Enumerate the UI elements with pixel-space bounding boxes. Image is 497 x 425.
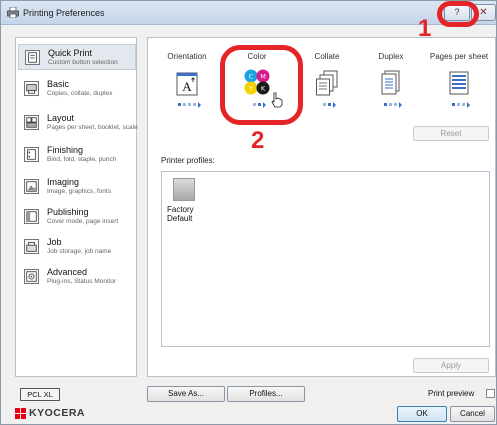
- pdl-badge: PCL XL: [20, 388, 60, 401]
- feature-label: Duplex: [378, 52, 404, 61]
- print-preview-checkbox[interactable]: [486, 389, 495, 398]
- sidebar-item-subtitle: Pages per sheet, booklet, scale: [47, 124, 138, 131]
- layout-icon: [24, 115, 39, 130]
- sidebar-item-subtitle: Bind, fold, staple, punch: [47, 156, 117, 163]
- annotation-number-2: 2: [251, 127, 265, 154]
- profile-item-factory-default[interactable]: Factory Default: [162, 172, 210, 232]
- kyocera-logo-mark-icon: [15, 408, 26, 419]
- orientation-icon: A: [176, 72, 198, 96]
- sidebar-item-subtitle: Plug-ins, Status Monitor: [47, 278, 117, 285]
- sidebar-item-job[interactable]: Job Job storage, job name: [18, 234, 136, 260]
- sidebar-item-title: Publishing: [47, 207, 89, 217]
- category-sidebar: Quick Print Custom button selection Basi…: [15, 37, 138, 377]
- sidebar-item-title: Quick Print: [48, 48, 93, 58]
- collate-icon: [316, 70, 338, 96]
- advanced-icon: [24, 269, 39, 284]
- pages-per-sheet-icon: [449, 71, 469, 95]
- apply-button[interactable]: Apply: [413, 358, 489, 373]
- printer-profiles-list: Factory Default: [161, 171, 490, 347]
- sidebar-item-subtitle: Image, graphics, fonts: [47, 188, 111, 195]
- sidebar-item-title: Finishing: [47, 145, 84, 155]
- sidebar-item-subtitle: Job storage, job name: [47, 248, 112, 255]
- quick-print-panel: Orientation A Color C M Y K Collate Dupl…: [147, 37, 496, 377]
- print-preview-label: Print preview: [428, 389, 475, 398]
- sidebar-item-quick-print[interactable]: Quick Print Custom button selection: [18, 44, 136, 70]
- sidebar-item-basic[interactable]: Basic Copies, collate, duplex: [18, 76, 136, 102]
- sidebar-item-subtitle: Cover mode, page insert: [47, 218, 119, 225]
- sidebar-item-subtitle: Copies, collate, duplex: [47, 90, 113, 97]
- printer-icon: [7, 7, 19, 18]
- duplex-options-dots: [380, 102, 406, 109]
- printing-preferences-window: Printing Preferences ? ✕ 1 Quick Print C…: [0, 0, 497, 425]
- duplex-icon: [381, 70, 400, 95]
- profile-thumbnail-icon: [173, 178, 195, 201]
- cancel-button[interactable]: Cancel: [450, 406, 495, 422]
- basic-icon: [24, 81, 39, 96]
- ok-button[interactable]: OK: [397, 406, 447, 422]
- sidebar-item-advanced[interactable]: Advanced Plug-ins, Status Monitor: [18, 264, 136, 290]
- brand-name: KYOCERA: [29, 407, 86, 419]
- printer-profiles-label: Printer profiles:: [161, 156, 215, 165]
- sidebar-item-imaging[interactable]: Imaging Image, graphics, fonts: [18, 174, 136, 200]
- feature-orientation[interactable]: Orientation A: [152, 40, 222, 116]
- quick-print-icon: [25, 50, 40, 65]
- orientation-letter: A: [182, 79, 192, 94]
- sidebar-item-title: Layout: [47, 113, 75, 123]
- sidebar-item-title: Advanced: [47, 267, 88, 277]
- orientation-options-dots: [176, 102, 202, 109]
- feature-label: Orientation: [167, 52, 207, 61]
- pages-per-sheet-options-dots: [448, 102, 474, 109]
- imaging-icon: [24, 179, 39, 194]
- sidebar-item-title: Basic: [47, 79, 70, 89]
- sidebar-item-layout[interactable]: Layout Pages per sheet, booklet, scale: [18, 110, 138, 136]
- save-as-button[interactable]: Save As...: [147, 386, 225, 402]
- collate-options-dots: [316, 102, 342, 109]
- sidebar-item-title: Imaging: [47, 177, 80, 187]
- finishing-icon: [24, 147, 39, 162]
- job-icon: [24, 239, 39, 254]
- publishing-icon: [24, 209, 39, 224]
- feature-duplex[interactable]: Duplex: [356, 40, 426, 116]
- profile-name: Factory Default: [167, 205, 194, 223]
- annotation-circle-color: [220, 45, 303, 125]
- sidebar-item-publishing[interactable]: Publishing Cover mode, page insert: [18, 204, 136, 230]
- window-title: Printing Preferences: [23, 8, 105, 18]
- profiles-button[interactable]: Profiles...: [227, 386, 305, 402]
- reset-button[interactable]: Reset: [413, 126, 489, 141]
- feature-pages-per-sheet[interactable]: Pages per sheet: [424, 40, 494, 116]
- sidebar-item-subtitle: Custom button selection: [48, 59, 118, 66]
- annotation-circle-help: [437, 1, 479, 27]
- sidebar-item-title: Job: [47, 237, 62, 247]
- sidebar-item-finishing[interactable]: Finishing Bind, fold, staple, punch: [18, 142, 136, 168]
- feature-label: Pages per sheet: [429, 52, 489, 61]
